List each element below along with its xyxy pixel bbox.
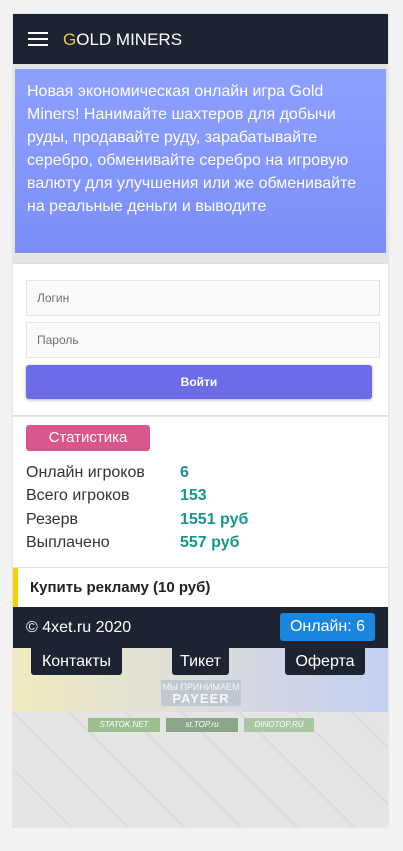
statistics-panel: Статистика Онлайн игроков 6 Всего игроко… <box>13 417 388 567</box>
buy-ad-link[interactable]: Купить рекламу (10 руб) <box>30 579 210 596</box>
online-badge: Онлайн: 6 <box>280 613 375 641</box>
login-button[interactable]: Войти <box>26 365 372 399</box>
ticket-link[interactable]: Тикет <box>172 648 229 675</box>
contacts-link[interactable]: Контакты <box>31 648 122 675</box>
stat-value-paid: 557 руб <box>180 534 240 551</box>
counter-sttop[interactable]: st.TOP.ru <box>166 718 238 732</box>
stat-value-reserve: 1551 руб <box>180 511 249 528</box>
password-field[interactable] <box>26 322 380 358</box>
menu-icon[interactable] <box>28 32 48 46</box>
footer-links: Контакты Тикет Оферта МЫ ПРИНИМАЕМ PAYEE… <box>13 648 388 712</box>
stat-value-total: 153 <box>180 487 207 504</box>
copyright-text: © 4xet.ru 2020 <box>26 619 132 636</box>
stat-label-online: Онлайн игроков <box>26 464 145 481</box>
stat-label-paid: Выплачено <box>26 534 110 551</box>
payeer-logo: PAYEER <box>172 691 230 706</box>
stat-label-reserve: Резерв <box>26 511 78 528</box>
stat-value-online: 6 <box>180 464 189 481</box>
stat-label-total: Всего игроков <box>26 487 130 504</box>
statistics-button[interactable]: Статистика <box>26 425 150 451</box>
counter-dinotop[interactable]: DINOTOP.RU <box>244 718 314 732</box>
ad-accent-bar <box>13 568 18 608</box>
brand-name: OLD MINERS <box>76 30 183 49</box>
brand-logo[interactable]: GOLD MINERS <box>63 30 182 50</box>
counter-statok[interactable]: STATOK.NET <box>88 718 160 732</box>
top-navbar: GOLD MINERS <box>13 14 388 64</box>
login-field[interactable] <box>26 280 380 316</box>
payeer-badge[interactable]: МЫ ПРИНИМАЕМ PAYEER <box>161 680 241 706</box>
buy-ad-block: Купить рекламу (10 руб) <box>13 567 388 608</box>
page: GOLD MINERS Новая экономическая онлайн и… <box>13 14 388 827</box>
offer-link[interactable]: Оферта <box>285 648 365 675</box>
footer-bar: © 4xet.ru 2020 Онлайн: 6 <box>13 607 388 648</box>
brand-initial: G <box>63 30 77 49</box>
promo-text: Новая экономическая онлайн игра Gold Min… <box>27 83 357 215</box>
promo-banner: Новая экономическая онлайн игра Gold Min… <box>15 69 386 253</box>
login-form: Войти <box>13 263 388 416</box>
